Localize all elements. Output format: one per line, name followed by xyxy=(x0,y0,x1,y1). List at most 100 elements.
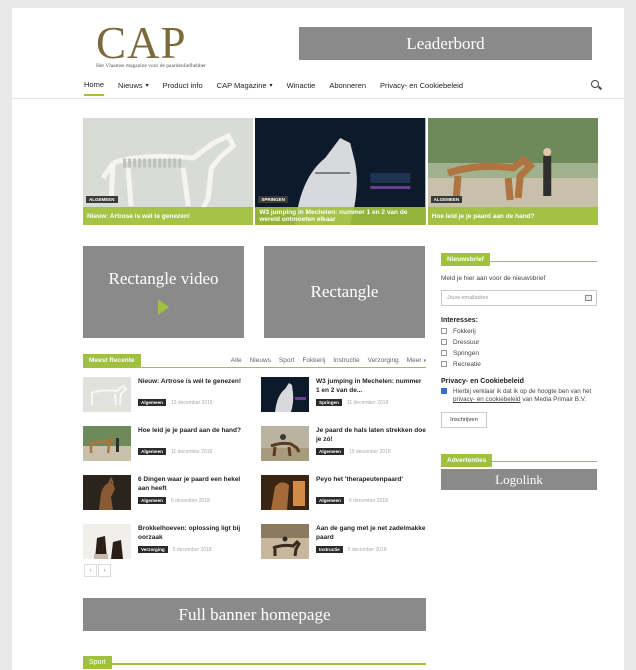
mail-icon xyxy=(585,295,592,301)
nav-item-home[interactable]: Home xyxy=(84,74,105,96)
interest-recreatie[interactable]: Recreatie xyxy=(441,360,597,368)
list-item[interactable]: Brokkelhoeven: oplossing ligt bij oorzaa… xyxy=(83,524,261,561)
post-title: Je paard de hals laten strekken doe je z… xyxy=(316,427,426,443)
recent-posts-grid: Nieuw: Artrose is wél te genezen! Algeme… xyxy=(83,377,426,561)
checkbox[interactable] xyxy=(441,361,447,367)
filter-verzorging[interactable]: Verzorging xyxy=(368,357,399,364)
nav-item-abonneren[interactable]: Abonneren xyxy=(329,74,366,96)
checkbox[interactable] xyxy=(441,328,447,334)
sidebar: Nieuwsbrief Meld je hier aan voor de nie… xyxy=(441,248,597,490)
rectangle-ad[interactable]: Rectangle xyxy=(264,246,425,338)
filter-tabs: Alle Nieuws Sport Fokkerij Instructie Ve… xyxy=(223,354,426,367)
list-item[interactable]: Nieuw: Artrose is wél te genezen! Algeme… xyxy=(83,377,261,414)
checkbox[interactable] xyxy=(441,339,447,345)
post-thumbnail xyxy=(261,475,309,510)
privacy-text: Hierbij verklaar ik dat ik op de hoogte … xyxy=(453,388,597,404)
post-category: Algemeen xyxy=(316,497,344,504)
hero-card-leiden[interactable]: ALGEMEEN Hoe leid je je paard aan de han… xyxy=(427,118,598,225)
email-placeholder: Jouw emailadres xyxy=(447,295,489,301)
subscribe-button[interactable]: Inschrijven xyxy=(441,412,487,428)
filter-sport[interactable]: Sport xyxy=(279,357,295,364)
logo-text: CAP xyxy=(96,18,187,68)
post-thumbnail xyxy=(83,524,131,559)
sport-label[interactable]: Sport xyxy=(83,656,112,669)
nav-label: Privacy- en Cookiebeleid xyxy=(380,80,463,90)
interest-dressuur[interactable]: Dressuur xyxy=(441,338,597,346)
logolink-ad[interactable]: Logolink xyxy=(441,469,597,490)
post-title: Nieuw: Artrose is wél te genezen! xyxy=(138,378,242,385)
post-title: Hoe leid je je paard aan de hand? xyxy=(138,427,241,434)
list-item[interactable]: Aan de gang met je net zadelmakke paard … xyxy=(261,524,426,561)
list-item[interactable]: W3 jumping in Mechelen: nummer 1 en 2 va… xyxy=(261,377,426,414)
nav-item-nieuws[interactable]: Nieuws ▾ xyxy=(118,74,149,96)
post-date: 10 december 2018 xyxy=(348,448,391,455)
post-date: 11 december 2018 xyxy=(170,448,213,455)
interest-springen[interactable]: Springen xyxy=(441,349,597,357)
full-banner-ad[interactable]: Full banner homepage xyxy=(83,598,426,631)
nav-item-cap-magazine[interactable]: CAP Magazine ▾ xyxy=(217,74,273,96)
nav-item-winactie[interactable]: Winactie xyxy=(287,74,316,96)
post-category: Algemeen xyxy=(316,448,344,455)
filter-alle[interactable]: Alle xyxy=(231,357,242,364)
list-item[interactable]: 6 Dingen waar je paard een hekel aan hee… xyxy=(83,475,261,512)
hero-caption: Hoe leid je je paard aan de hand? xyxy=(427,207,598,225)
privacy-checkbox[interactable] xyxy=(441,388,447,394)
ads-header: Advertenties xyxy=(441,449,597,467)
recent-label: Meest Recente xyxy=(83,354,141,367)
list-item[interactable]: Peyo het 'therapeutenpaard' Algemeen 6 de… xyxy=(261,475,426,512)
nav-divider xyxy=(12,98,624,99)
interest-fokkerij[interactable]: Fokkerij xyxy=(441,327,597,335)
newsletter-header: Nieuwsbrief xyxy=(441,248,597,266)
list-item[interactable]: Je paard de hals laten strekken doe je z… xyxy=(261,426,426,463)
post-date: 13 december 2018 xyxy=(170,399,213,406)
rectangle-video-ad[interactable]: Rectangle video xyxy=(83,246,244,338)
post-date: 5 december 2018 xyxy=(172,546,212,553)
leaderboard-ad[interactable]: Leaderbord xyxy=(299,27,592,60)
checkbox[interactable] xyxy=(441,350,447,356)
newsletter-title: Nieuwsbrief xyxy=(441,253,490,266)
checkbox-label: Fokkerij xyxy=(453,327,476,335)
post-thumbnail xyxy=(261,377,309,412)
hero-card-w3-jumping[interactable]: SPRINGEN W3 jumping in Mechelen: nummer … xyxy=(255,118,426,225)
privacy-text-start: Hierbij verklaar ik dat ik op de hoogte … xyxy=(453,388,592,395)
hero-card-artrose[interactable]: ALGEMEEN Nieuw: Artrose is wél te geneze… xyxy=(83,118,254,225)
post-category: Instructie xyxy=(316,546,343,553)
post-thumbnail xyxy=(83,377,131,412)
nav-label: CAP Magazine xyxy=(216,80,267,90)
nav-label: Nieuws xyxy=(118,80,143,90)
play-icon xyxy=(158,299,169,315)
pagination: ‹ › xyxy=(84,564,111,577)
next-page-button[interactable]: › xyxy=(98,564,111,577)
cap-logo[interactable]: CAP Het Vlaamse magazine voor de paarden… xyxy=(96,18,206,70)
post-thumbnail xyxy=(83,475,131,510)
hero-category: ALGEMEEN xyxy=(430,196,463,203)
newsletter-intro: Meld je hier aan voor de nieuwsbrief xyxy=(441,275,546,282)
privacy-title: Privacy- en Cookiebeleid xyxy=(441,378,524,385)
filter-fokkerij[interactable]: Fokkerij xyxy=(302,357,325,364)
post-date: 5 december 2018 xyxy=(347,546,387,553)
search-icon[interactable] xyxy=(590,79,604,93)
post-title: Brokkelhoeven: oplossing ligt bij oorzaa… xyxy=(138,525,241,541)
filter-instructie[interactable]: Instructie xyxy=(333,357,359,364)
nav-item-privacy[interactable]: Privacy- en Cookiebeleid xyxy=(380,74,463,96)
ad-label: Rectangle video xyxy=(108,269,219,288)
nav-item-product-info[interactable]: Product info xyxy=(163,74,203,96)
prev-page-button[interactable]: ‹ xyxy=(84,564,97,577)
hero-slider: ALGEMEEN Nieuw: Artrose is wél te geneze… xyxy=(83,118,598,225)
page: CAP Het Vlaamse magazine voor de paarden… xyxy=(12,8,624,670)
post-date: 6 december 2018 xyxy=(170,497,210,504)
privacy-text-end: van Media Primair B.V. xyxy=(522,396,587,403)
email-field[interactable]: Jouw emailadres xyxy=(441,290,597,306)
main-nav: Home Nieuws ▾ Product info CAP Magazine ▾ … xyxy=(84,74,604,96)
filter-nieuws[interactable]: Nieuws xyxy=(250,357,271,364)
filter-meer[interactable]: Meer ▾ xyxy=(407,357,426,364)
hero-category: SPRINGEN xyxy=(258,196,288,203)
post-title: Aan de gang met je net zadelmakke paard xyxy=(316,525,426,541)
post-category: Verzorging xyxy=(138,546,168,553)
post-category: Algemeen xyxy=(138,399,166,406)
post-title: W3 jumping in Mechelen: nummer 1 en 2 va… xyxy=(316,378,422,394)
privacy-link[interactable]: privacy- en cookiebeleid xyxy=(453,396,521,403)
list-item[interactable]: Hoe leid je je paard aan de hand? Algeme… xyxy=(83,426,261,463)
post-thumbnail xyxy=(83,426,131,461)
nav-label: Product info xyxy=(162,80,203,90)
